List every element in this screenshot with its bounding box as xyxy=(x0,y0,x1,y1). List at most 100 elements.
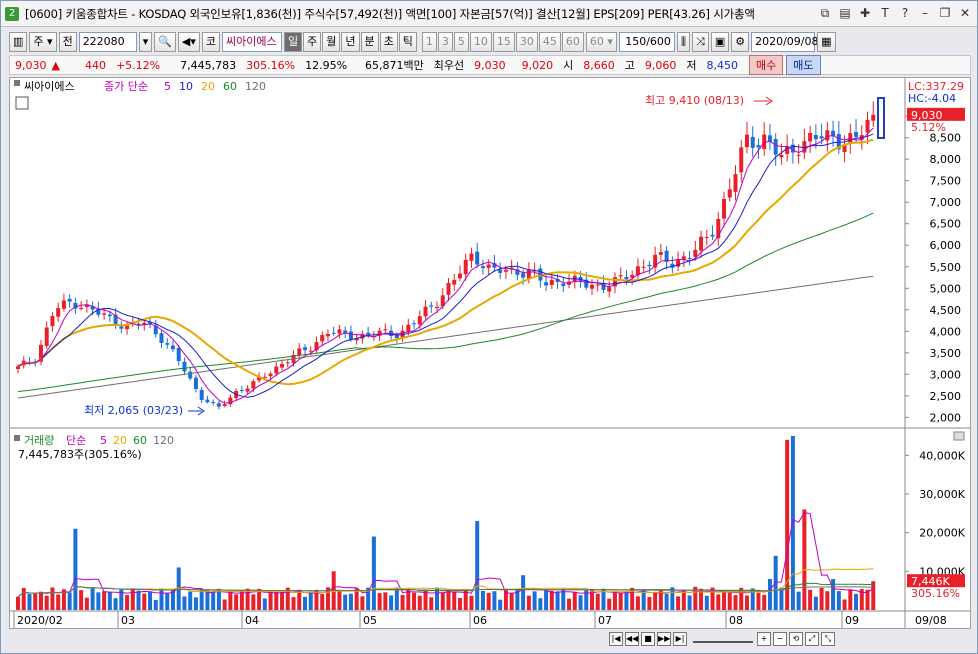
date-input[interactable]: 2020/09/08 xyxy=(751,32,819,52)
layout-icon[interactable]: ▥ xyxy=(9,32,28,52)
interval-button-45[interactable]: 45 xyxy=(538,32,561,52)
help-icon[interactable]: ? xyxy=(897,5,913,21)
candle-body xyxy=(308,350,313,352)
scroll-first-button[interactable]: |◀ xyxy=(609,632,623,646)
interval-button-1[interactable]: 1 xyxy=(421,32,437,52)
expand-icon[interactable]: ⤢ xyxy=(805,632,819,646)
period-button-0[interactable]: 일 xyxy=(284,32,303,52)
buy-button[interactable]: 매수 xyxy=(749,55,784,75)
volume-bar xyxy=(125,595,130,610)
pin-icon[interactable]: ✚ xyxy=(857,5,873,21)
candle-body xyxy=(452,279,457,285)
vol-ma-legend-120: 120 xyxy=(153,434,174,447)
high-annotation: 최고 9,410 (08/13) xyxy=(645,94,744,107)
restore-icon[interactable]: ❐ xyxy=(937,5,953,21)
trade-amount: 65,871백만 xyxy=(365,59,424,72)
window-list-icon[interactable]: ▤ xyxy=(837,5,853,21)
zoom-in-icon[interactable]: + xyxy=(757,632,771,646)
candle-body xyxy=(756,145,761,148)
interval-button-3[interactable]: 3 xyxy=(437,32,453,52)
code-input[interactable]: 222080 xyxy=(78,32,137,52)
interval-select[interactable]: 60 ▾ xyxy=(585,32,617,52)
collapse-icon[interactable]: ⤡ xyxy=(821,632,835,646)
volume-bar xyxy=(193,597,198,610)
window-title: [0600] 키움종합차트 - KOSDAQ 외국인보유[1,836(천)] 주… xyxy=(25,6,755,21)
vol-ma-legend-20: 20 xyxy=(113,434,127,447)
vol-ma5-line xyxy=(17,512,874,598)
period-button-6[interactable]: 틱 xyxy=(398,32,417,52)
period-button-5[interactable]: 초 xyxy=(379,32,398,52)
interval-button-5[interactable]: 5 xyxy=(453,32,469,52)
scroll-prev-button[interactable]: ◀◀ xyxy=(625,632,639,646)
interval-button-10[interactable]: 10 xyxy=(469,32,492,52)
interval-button-60[interactable]: 60 xyxy=(561,32,584,52)
quote-bar: 9,030 ▲ 440 +5.12% 7,445,783 305.16% 12.… xyxy=(9,55,971,75)
current-price: 9,030 xyxy=(15,58,47,72)
volume-bar xyxy=(469,595,474,610)
scroll-last-button[interactable]: ▶| xyxy=(673,632,687,646)
close-icon[interactable]: ✕ xyxy=(957,5,973,21)
interval-button-30[interactable]: 30 xyxy=(515,32,538,52)
stock-name-field[interactable]: 씨아이에스 xyxy=(222,32,283,52)
volume-bar xyxy=(756,592,761,610)
volume-legend-prefix: 단순 xyxy=(66,434,86,447)
font-icon[interactable]: T xyxy=(877,5,893,21)
volume-bar xyxy=(549,590,554,610)
volume-bar xyxy=(274,591,279,610)
zoom-out-icon[interactable]: − xyxy=(773,632,787,646)
code-dropdown-icon[interactable]: ▾ xyxy=(138,32,153,52)
draw-tool-icon[interactable]: ⤨ xyxy=(692,32,709,52)
best-quote-label: 최우선 xyxy=(433,59,465,72)
period-button-2[interactable]: 월 xyxy=(322,32,341,52)
candle-body xyxy=(268,373,273,377)
candle-body xyxy=(211,401,216,403)
sell-button[interactable]: 매도 xyxy=(786,55,821,75)
period-button-4[interactable]: 분 xyxy=(360,32,379,52)
market-button[interactable]: 코 xyxy=(201,32,221,52)
interval-button-15[interactable]: 15 xyxy=(492,32,515,52)
speaker-icon[interactable]: ◀▾ xyxy=(177,32,200,52)
volume-bar xyxy=(670,587,675,610)
bottom-nav-bar: |◀ ◀◀ ■ ▶▶ ▶| + − ⟲ ⤢ ⤡ xyxy=(9,629,971,649)
settings-gear-icon[interactable]: ⚙ xyxy=(731,32,750,52)
price-tick-label: 6,500 xyxy=(930,218,962,231)
chart-area[interactable]: 9,0008,5008,0007,5007,0006,5006,0005,500… xyxy=(9,77,971,629)
scroll-next-button[interactable]: ▶▶ xyxy=(657,632,671,646)
candle-body xyxy=(429,305,434,307)
price-tick-label: 7,000 xyxy=(930,196,962,209)
stop-button[interactable]: ■ xyxy=(641,632,655,646)
volume-bar xyxy=(308,592,313,610)
candle-type-icon[interactable]: ⫼ xyxy=(676,32,690,52)
candle-body xyxy=(274,366,279,374)
minimize-icon[interactable]: – xyxy=(917,5,933,21)
candle-body xyxy=(561,283,566,287)
zoom-slider[interactable] xyxy=(693,635,753,643)
volume-bar xyxy=(417,595,422,610)
count-input[interactable]: 150/600 xyxy=(618,32,675,52)
period-button-3[interactable]: 년 xyxy=(341,32,360,52)
candle-body xyxy=(303,347,307,351)
chart-svg[interactable]: 9,0008,5008,0007,5007,0006,5006,0005,500… xyxy=(10,78,970,628)
calendar-icon[interactable]: ▦ xyxy=(817,32,836,52)
volume-bar xyxy=(727,593,732,610)
link-icon[interactable]: ⧉ xyxy=(817,5,833,21)
volume-bar xyxy=(27,593,32,610)
period-button-1[interactable]: 주 xyxy=(303,32,322,52)
candle-body xyxy=(503,269,508,272)
toolbar: ▥ 주 ▾ 전 222080 ▾ 🔍 ◀▾ 코 씨아이에스 일주월년분초틱 13… xyxy=(9,31,971,53)
candle-body xyxy=(199,389,204,400)
volume-bar xyxy=(653,592,658,610)
ask-price: 9,030 xyxy=(474,58,506,72)
candle-body xyxy=(383,329,388,331)
app-badge-icon: 2 xyxy=(5,6,19,21)
save-icon[interactable]: ▣ xyxy=(710,32,730,52)
prev-button[interactable]: 전 xyxy=(58,32,77,52)
volume-panel-collapse-icon xyxy=(953,431,965,441)
price-tick-label: 4,000 xyxy=(930,325,962,338)
volume-bar xyxy=(831,579,836,610)
type-select[interactable]: 주 ▾ xyxy=(29,32,57,52)
restore-view-icon[interactable]: ⟲ xyxy=(789,632,803,646)
volume-bar xyxy=(96,592,101,610)
x-tick-label: 05 xyxy=(363,614,377,627)
search-icon[interactable]: 🔍 xyxy=(154,32,176,52)
